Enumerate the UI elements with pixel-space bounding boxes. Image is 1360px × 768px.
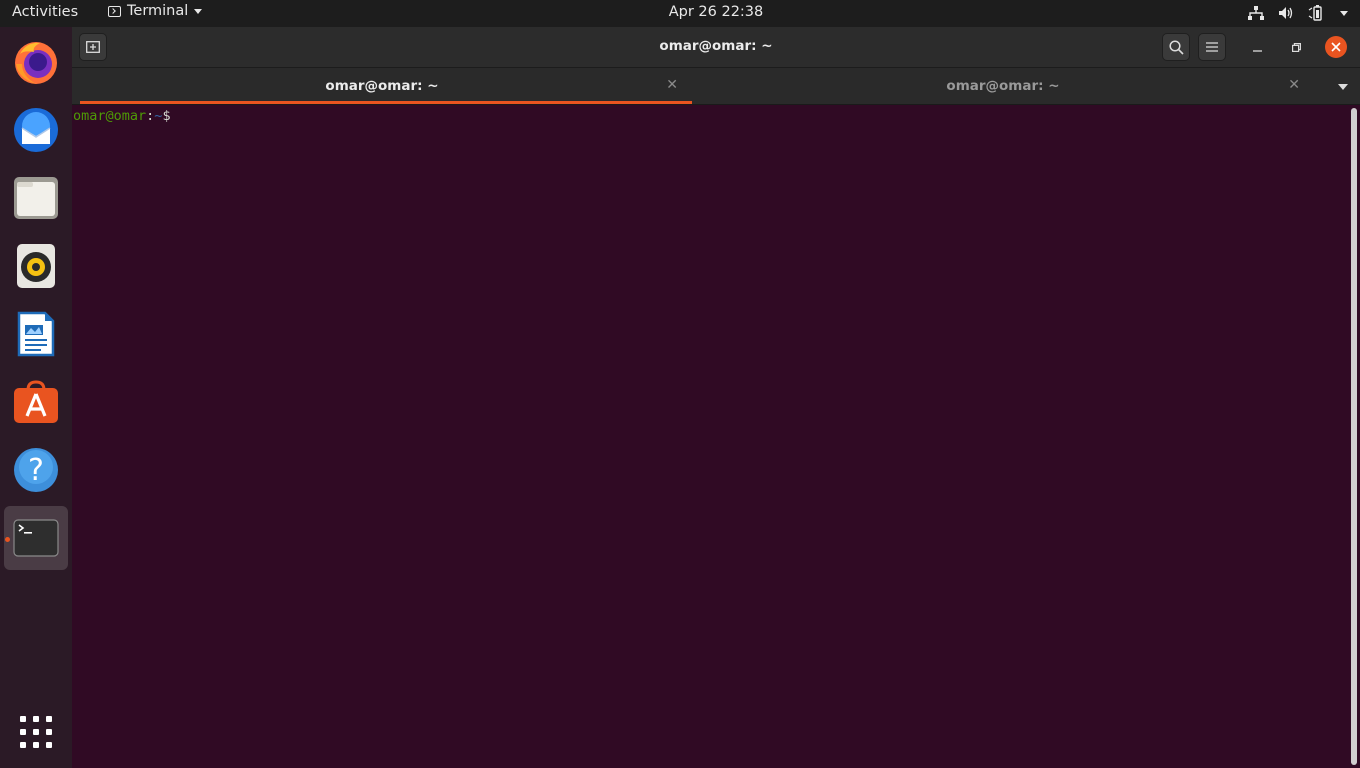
dock: ? bbox=[0, 27, 72, 768]
close-icon bbox=[1331, 42, 1341, 52]
system-tray[interactable] bbox=[1248, 5, 1348, 21]
close-button[interactable] bbox=[1325, 36, 1347, 58]
writer-icon bbox=[17, 311, 55, 357]
tab-label: omar@omar: ~ bbox=[946, 78, 1060, 94]
show-applications-button[interactable] bbox=[4, 700, 68, 764]
dock-firefox[interactable] bbox=[4, 30, 68, 94]
scrollbar[interactable] bbox=[1351, 108, 1357, 765]
tab-1[interactable]: omar@omar: ~ ✕ bbox=[72, 68, 692, 104]
app-grid-icon bbox=[20, 716, 52, 748]
active-tab-indicator bbox=[80, 101, 692, 104]
running-indicator bbox=[5, 537, 10, 542]
clock[interactable]: Apr 26 22:38 bbox=[0, 4, 1360, 20]
dock-thunderbird[interactable] bbox=[4, 98, 68, 162]
firefox-icon bbox=[15, 42, 57, 84]
window-header: omar@omar: ~ bbox=[72, 27, 1360, 68]
search-button[interactable] bbox=[1162, 33, 1190, 61]
dock-help[interactable]: ? bbox=[4, 438, 68, 502]
menu-button[interactable] bbox=[1198, 33, 1226, 61]
dock-ubuntu-software[interactable] bbox=[4, 370, 68, 434]
network-icon[interactable] bbox=[1248, 6, 1264, 20]
hamburger-icon bbox=[1206, 42, 1218, 52]
tabs-menu-chevron-icon[interactable] bbox=[1338, 84, 1348, 90]
tab-close-icon[interactable]: ✕ bbox=[1288, 77, 1300, 93]
minimize-button[interactable] bbox=[1246, 36, 1268, 58]
top-bar: Activities Terminal Apr 26 22:38 bbox=[0, 0, 1360, 27]
minimize-icon bbox=[1252, 49, 1262, 52]
volume-icon[interactable] bbox=[1278, 6, 1294, 20]
dock-files[interactable] bbox=[4, 166, 68, 230]
svg-text:?: ? bbox=[28, 453, 44, 488]
prompt-symbol: $ bbox=[162, 108, 171, 124]
software-icon bbox=[14, 380, 58, 423]
dock-rhythmbox[interactable] bbox=[4, 234, 68, 298]
tab-bar: omar@omar: ~ ✕ omar@omar: ~ ✕ bbox=[72, 68, 1360, 105]
shell-prompt: omar@omar:~$ bbox=[73, 108, 171, 124]
help-icon: ? bbox=[14, 448, 58, 492]
terminal-icon bbox=[13, 519, 59, 557]
dock-writer[interactable] bbox=[4, 302, 68, 366]
tab-label: omar@omar: ~ bbox=[325, 78, 439, 94]
prompt-user: omar@omar bbox=[73, 108, 147, 124]
terminal-area[interactable]: omar@omar:~$ bbox=[72, 105, 1360, 768]
tab-2[interactable]: omar@omar: ~ ✕ bbox=[692, 68, 1314, 104]
thunderbird-icon bbox=[14, 108, 58, 152]
files-icon bbox=[14, 177, 58, 219]
rhythmbox-icon bbox=[17, 244, 55, 288]
battery-icon[interactable] bbox=[1308, 5, 1326, 21]
restore-icon bbox=[1291, 42, 1301, 52]
search-icon bbox=[1168, 39, 1184, 55]
tab-close-icon[interactable]: ✕ bbox=[666, 77, 678, 93]
system-menu-arrow-icon[interactable] bbox=[1340, 10, 1348, 16]
restore-button[interactable] bbox=[1285, 36, 1307, 58]
dock-terminal[interactable] bbox=[4, 506, 68, 570]
